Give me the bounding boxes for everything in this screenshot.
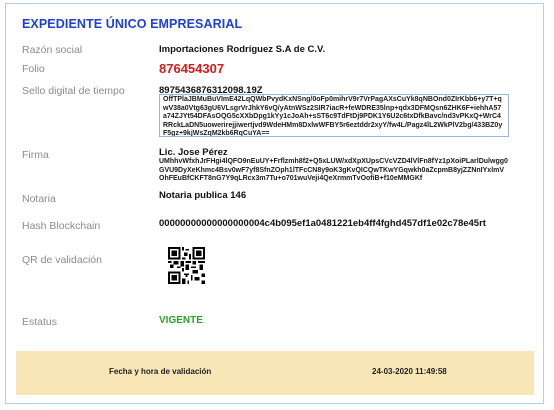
document-card: EXPEDIENTE ÚNICO EMPRESARIAL Razón socia… [5,3,544,404]
firma-label: Firma [22,149,49,161]
status-badge: VIGENTE [159,315,203,326]
validation-date-label: Fecha y hora de validación [109,367,212,376]
validation-date-value: 24-03-2020 11:49:58 [372,367,447,376]
sello-digest: OffTPlaJBMuBuVImE42LqQWbPvydKxNSng/0oFp0… [159,94,509,137]
firma-value: Lic. Jose Pérez [159,147,228,158]
qr-code-icon [168,247,205,284]
notaria-label: Notaria [22,193,56,205]
hash-label: Hash Blockchain [22,220,101,232]
razon-social-label: Razón social [22,44,83,56]
validation-footer: Fecha y hora de validación 24-03-2020 11… [16,351,534,395]
folio-value: 876454307 [159,61,225,76]
notaria-value: Notaria publica 146 [159,190,247,201]
qr-label: QR de validación [22,254,102,266]
hash-value: 00000000000000000004c4b095ef1a0481221eb4… [159,218,486,229]
folio-label: Folio [22,63,45,75]
estatus-label: Estatus [22,316,58,328]
page-title: EXPEDIENTE ÚNICO EMPRESARIAL [22,17,243,31]
firma-digest: UMhhvWfxhJrFHgi4lQFO9nEuUY+Frflzmh8f2+Q5… [159,158,508,182]
razon-social-value: Importaciones Rodríguez S.A de C.V. [159,44,326,55]
sello-label: Sello digital de tiempo [22,85,125,97]
